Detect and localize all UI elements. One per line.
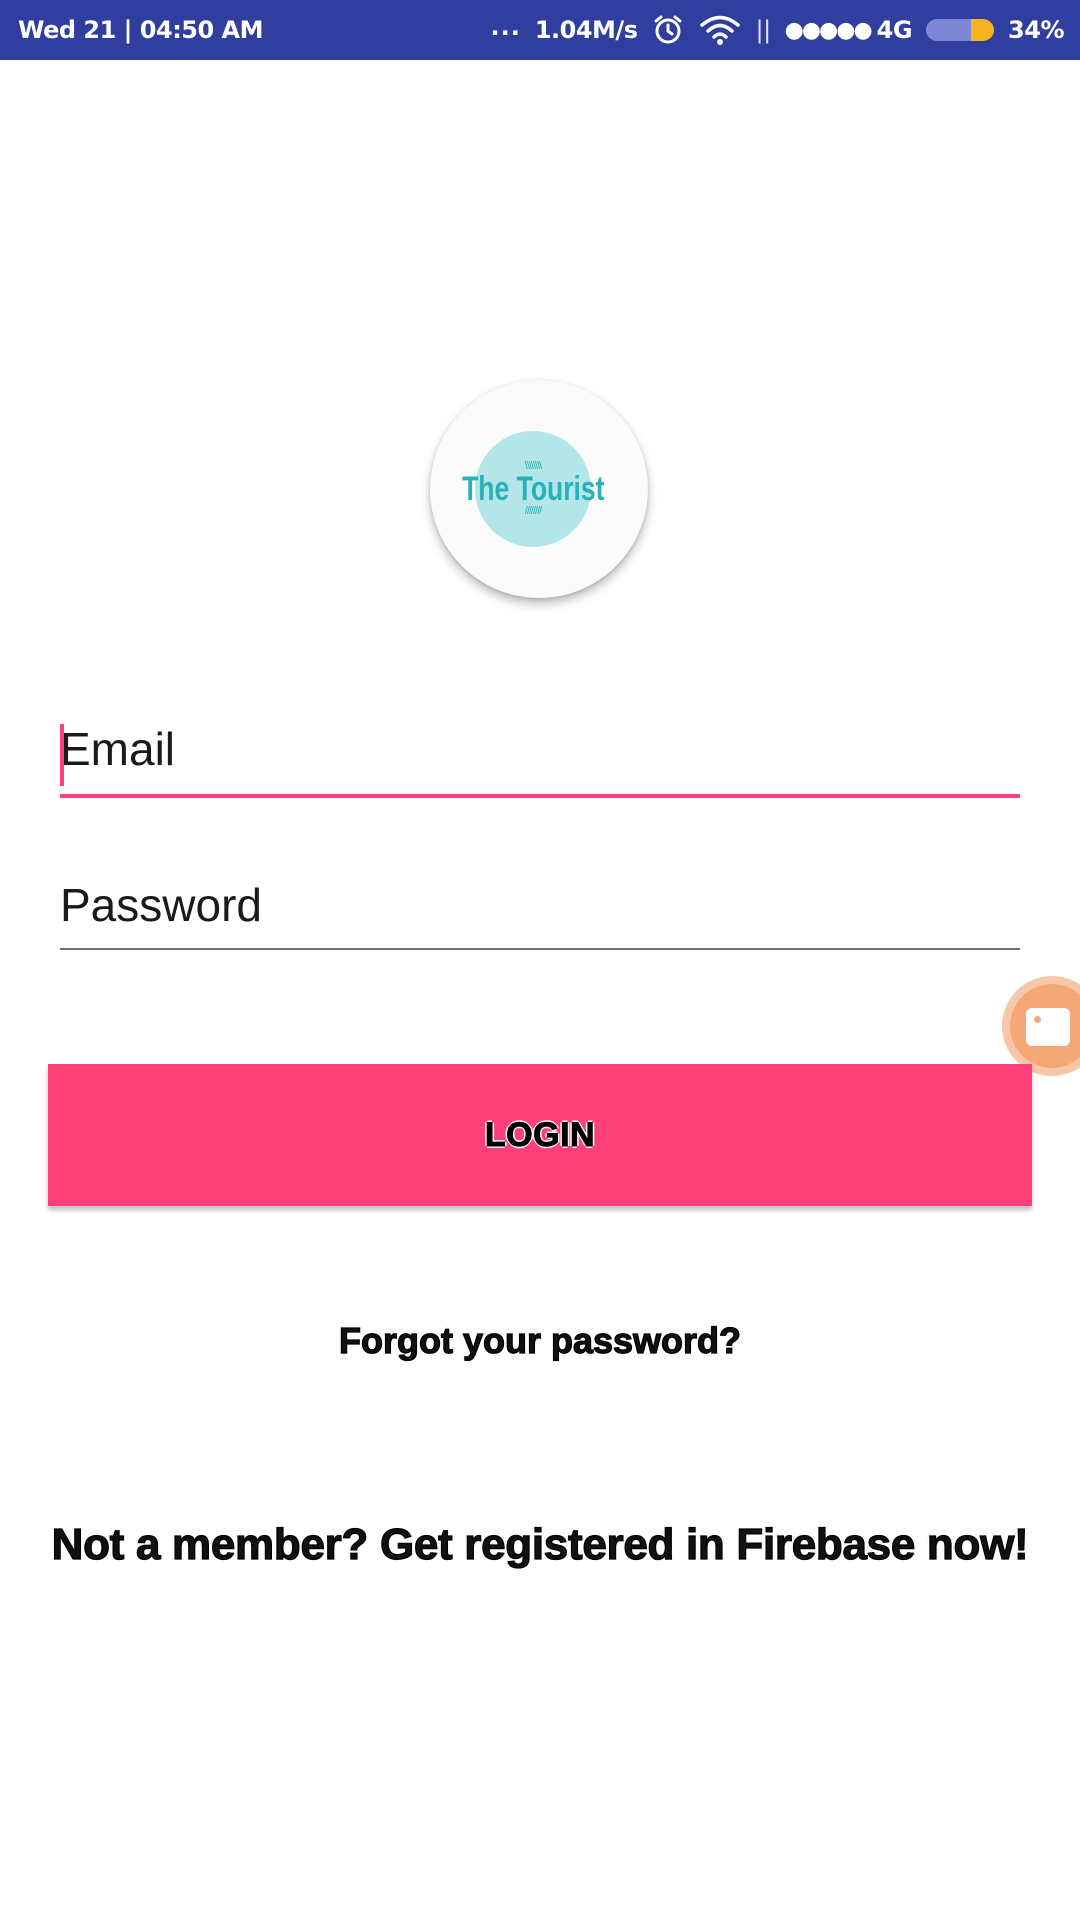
notification-dots-icon: ... [490,13,521,41]
wifi-icon [699,14,741,46]
battery-icon [926,19,995,41]
signal-icon: ●●●●● [784,17,873,43]
logo-text: The Tourist [461,470,605,508]
email-field[interactable] [60,722,1020,798]
app-logo: \\\\\\\\ The Tourist //////// [430,380,648,598]
login-label: LOGIN [484,1115,596,1154]
status-bar: Wed 21 | 04:50 AM ... 1.04M/s || ●●●●● 4… [0,0,1080,60]
screen-recorder-bubble[interactable] [1002,976,1080,1076]
sim-separator: || [755,16,771,44]
video-camera-icon [1026,1008,1070,1046]
password-field[interactable] [60,878,1020,950]
battery-percent: 34% [1008,16,1064,44]
email-input[interactable] [60,722,1020,776]
network-speed: 1.04M/s [534,16,638,44]
alarm-icon [651,13,685,47]
battery-fill [970,19,995,41]
login-button[interactable]: LOGIN [48,1064,1032,1206]
text-cursor [60,724,64,786]
status-datetime: Wed 21 | 04:50 AM [18,16,264,44]
forgot-password-link[interactable]: Forgot your password? [0,1319,1080,1362]
email-underline [60,794,1020,798]
network-type: 4G [876,16,913,44]
password-underline [60,948,1020,950]
logo-badge: \\\\\\\\ The Tourist //////// [462,431,604,547]
password-input[interactable] [60,878,1020,932]
status-indicators: ... 1.04M/s || ●●●●● 4G 34% [490,13,1064,47]
register-link[interactable]: Not a member? Get registered in Firebase… [0,1519,1080,1570]
